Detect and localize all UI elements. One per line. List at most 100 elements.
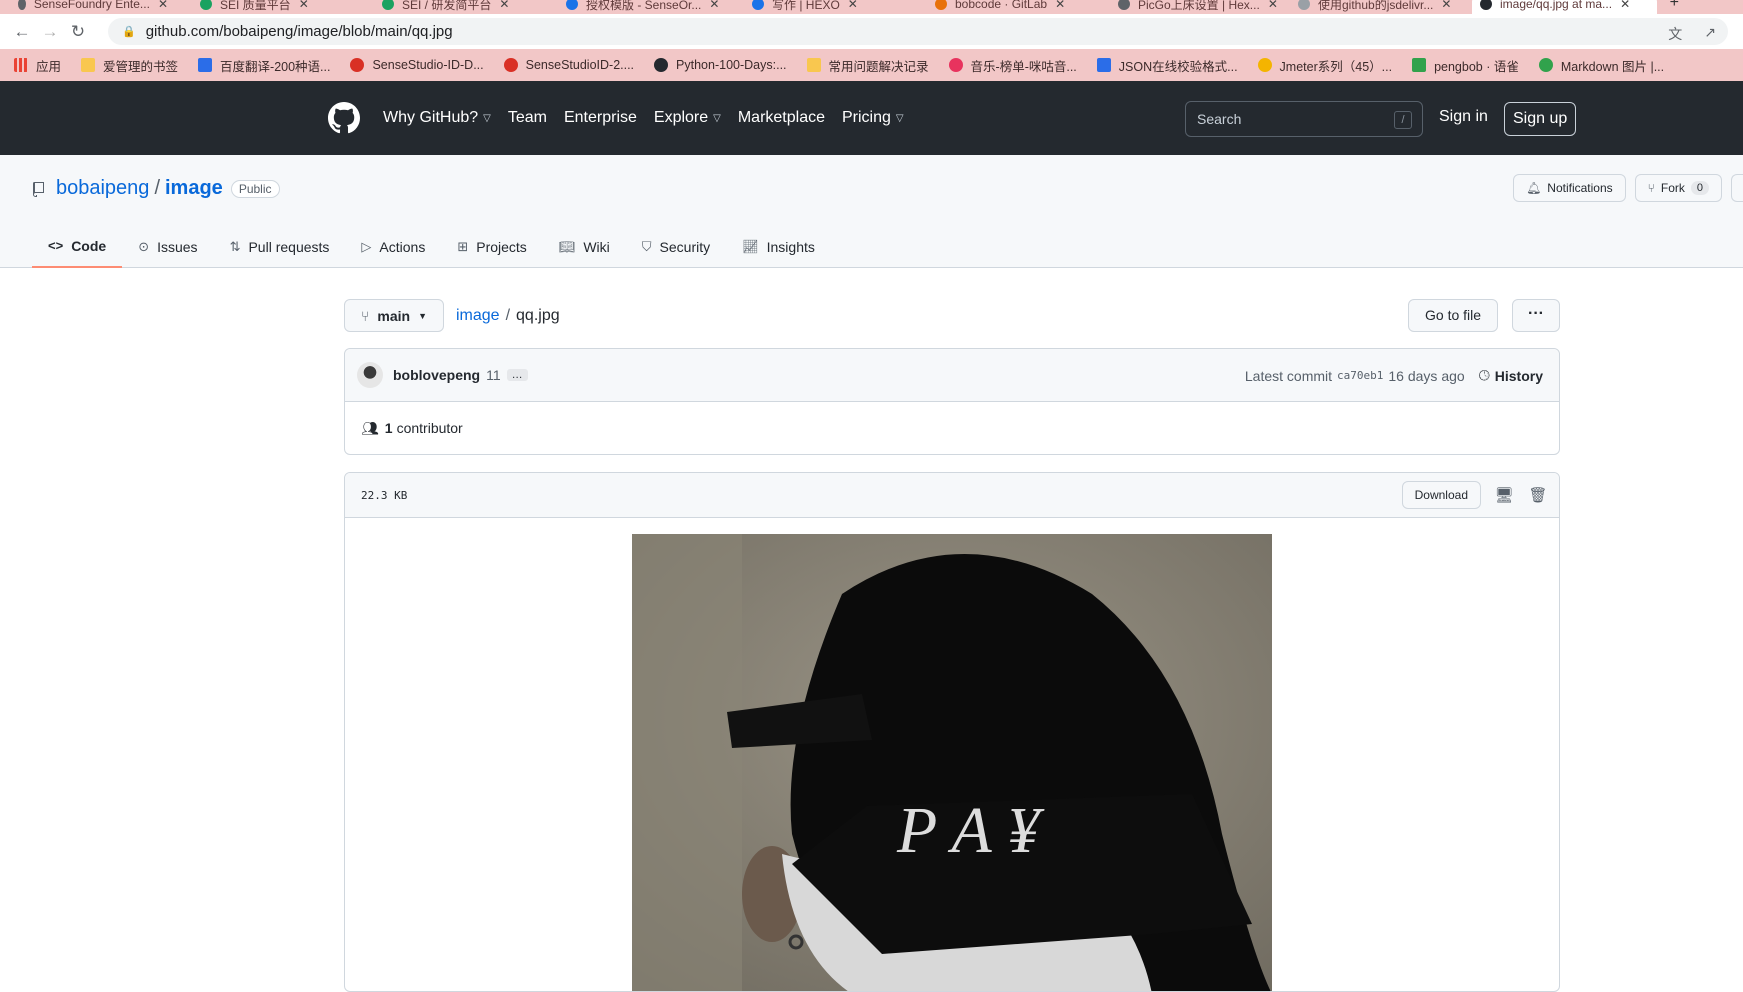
bookmark-label: JSON在线校验格式... [1118, 59, 1238, 74]
repo-name-link[interactable]: image [165, 177, 223, 200]
new-tab-icon[interactable]: + [1670, 0, 1679, 12]
tab-code[interactable]: <> Code [32, 225, 123, 268]
browser-tab[interactable]: bobcode · GitLab ✕ [935, 0, 1100, 14]
bookmark-label: 百度翻译-200种语... [220, 59, 331, 74]
bookmark-item[interactable]: 应用 [14, 56, 61, 75]
download-button[interactable]: Download [1401, 481, 1481, 509]
path-separator: / [154, 177, 160, 199]
go-to-file-button[interactable]: Go to file [1408, 299, 1499, 332]
reload-icon[interactable]: ↻ [64, 22, 92, 42]
bookmark-label: 音乐-榜单-咪咕音... [970, 59, 1077, 74]
tab-favicon-icon [752, 0, 764, 10]
contributor-label[interactable]: contributor [397, 420, 463, 436]
tab-projects[interactable]: ⊞ Projects [441, 225, 542, 268]
branch-label: main [377, 307, 411, 324]
search-input[interactable]: Search / [1185, 101, 1423, 137]
caret-down-icon: ▼ [418, 310, 428, 321]
sign-up-button[interactable]: Sign up [1504, 102, 1577, 136]
browser-tab-active[interactable]: image/qq.jpg at ma... ✕ [1472, 0, 1657, 14]
repo-owner-link[interactable]: bobaipeng [56, 177, 149, 200]
commit-author-link[interactable]: boblovepeng [393, 367, 480, 383]
star-button[interactable] [1731, 174, 1743, 202]
browser-tab[interactable]: SEI / 研发简平台 ✕ [382, 0, 552, 14]
bookmark-item[interactable]: 常用问题解决记录 [806, 56, 929, 75]
close-icon[interactable]: ✕ [1441, 0, 1451, 11]
github-logo-icon[interactable] [328, 102, 360, 134]
nav-marketplace[interactable]: Marketplace [738, 109, 825, 127]
browser-tab[interactable]: SEI 质量平台 ✕ [200, 0, 360, 14]
graph-icon: 📈︎ [742, 238, 759, 254]
git-branch-icon: ⑂ [361, 307, 370, 324]
nav-team[interactable]: Team [508, 109, 547, 127]
forward-icon[interactable]: → [36, 22, 64, 42]
bookmark-item[interactable]: 爱管理的书签 [81, 56, 178, 75]
close-icon[interactable]: ✕ [499, 0, 509, 11]
nav-explore[interactable]: Explore ▽ [654, 109, 721, 127]
tab-security[interactable]: ⛉ Security [626, 225, 726, 268]
chevron-down-icon: ▽ [895, 112, 904, 124]
notifications-button[interactable]: 🔔︎ Notifications [1513, 174, 1626, 202]
bookmark-item[interactable]: Python-100-Days:... [654, 58, 787, 72]
nav-enterprise[interactable]: Enterprise [564, 109, 637, 127]
tab-label: SEI 质量平台 [220, 0, 291, 12]
desktop-icon[interactable]: 🖥︎ [1493, 485, 1515, 505]
sensestudio-icon [503, 58, 518, 72]
trash-icon[interactable]: 🗑︎ [1527, 485, 1549, 505]
notifications-label: Notifications [1547, 181, 1613, 195]
translate-icon[interactable]: 文 [1668, 24, 1682, 44]
close-icon[interactable]: ✕ [158, 0, 168, 11]
close-icon[interactable]: ✕ [1620, 0, 1630, 11]
bell-icon: 🔔︎ [1526, 181, 1542, 195]
tab-insights[interactable]: 📈︎ Insights [726, 225, 831, 268]
tab-issues[interactable]: ⊙ Issues [122, 225, 213, 268]
bookmark-item[interactable]: Jmeter系列（45）... [1257, 56, 1392, 75]
tab-label: Pull requests [248, 238, 330, 255]
breadcrumb-repo-link[interactable]: image [456, 307, 500, 324]
bookmark-item[interactable]: pengbob · 语雀 [1412, 56, 1519, 75]
sign-in-link[interactable]: Sign in [1439, 108, 1488, 126]
browser-tab[interactable]: 写作 | HEXO ✕ [752, 0, 917, 14]
more-options-button[interactable]: ··· [1512, 299, 1560, 332]
nav-why-github[interactable]: Why GitHub? ▽ [383, 109, 491, 127]
branch-select-button[interactable]: ⑂ main ▼ [344, 299, 445, 332]
browser-tab[interactable]: SenseFoundry Ente... ✕ [18, 0, 168, 14]
close-icon[interactable]: ✕ [1055, 0, 1065, 11]
close-icon[interactable]: ✕ [299, 0, 309, 11]
nav-label: Explore [653, 109, 709, 126]
avatar[interactable] [357, 362, 383, 388]
tab-pull-requests[interactable]: ⇅ Pull requests [214, 225, 346, 268]
contributors-row: 👥︎ 1 contributor [345, 402, 1559, 454]
close-icon[interactable]: ✕ [1268, 0, 1278, 11]
bookmark-item[interactable]: 百度翻译-200种语... [198, 56, 330, 75]
browser-tab[interactable]: PicGo上床设置 | Hex... ✕ [1118, 0, 1283, 14]
nav-pricing[interactable]: Pricing ▽ [842, 109, 904, 127]
shield-icon: ⛉ [641, 238, 652, 254]
bookmark-item[interactable]: SenseStudio-ID-D... [350, 58, 484, 72]
tab-favicon-icon [935, 0, 947, 10]
close-icon[interactable]: ✕ [709, 0, 719, 11]
latest-commit-bar: boblovepeng 11 … Latest commit ca70eb1 1… [345, 349, 1559, 402]
fork-button[interactable]: ⑂ Fork 0 [1634, 174, 1722, 202]
tab-actions[interactable]: ▷ Actions [345, 225, 441, 268]
back-icon[interactable]: ← [8, 22, 36, 42]
browser-tab[interactable]: 使用github的jsdelivr... ✕ [1298, 0, 1463, 14]
tab-favicon-icon [566, 0, 578, 10]
share-icon[interactable]: ↗ [1704, 24, 1716, 44]
close-icon[interactable]: ✕ [848, 0, 858, 11]
bookmark-item[interactable]: Markdown 图片 |... [1538, 56, 1664, 75]
commit-message-link[interactable]: 11 [486, 367, 501, 383]
file-path-bar: ⑂ main ▼ image / qq.jpg Go to file ··· [344, 299, 1560, 332]
history-link[interactable]: 🕓︎ History [1479, 367, 1543, 384]
browser-tab[interactable]: 授权模版 - SenseOr... ✕ [566, 0, 736, 14]
contributor-count[interactable]: 1 [385, 420, 393, 436]
breadcrumb-filename: qq.jpg [516, 307, 560, 324]
tab-label: 写作 | HEXO [772, 0, 840, 12]
tab-wiki[interactable]: 📖︎ Wiki [543, 225, 626, 268]
expand-commit-button[interactable]: … [506, 369, 528, 381]
bookmark-item[interactable]: SenseStudioID-2.... [503, 58, 634, 72]
bookmark-item[interactable]: 音乐-榜单-咪咕音... [948, 56, 1077, 75]
address-bar[interactable]: 🔒 github.com/bobaipeng/image/blob/main/q… [108, 18, 1728, 45]
bookmark-item[interactable]: JSON在线校验格式... [1096, 56, 1238, 75]
table-icon: ⊞ [457, 238, 469, 254]
commit-sha-link[interactable]: ca70eb1 [1337, 369, 1383, 382]
